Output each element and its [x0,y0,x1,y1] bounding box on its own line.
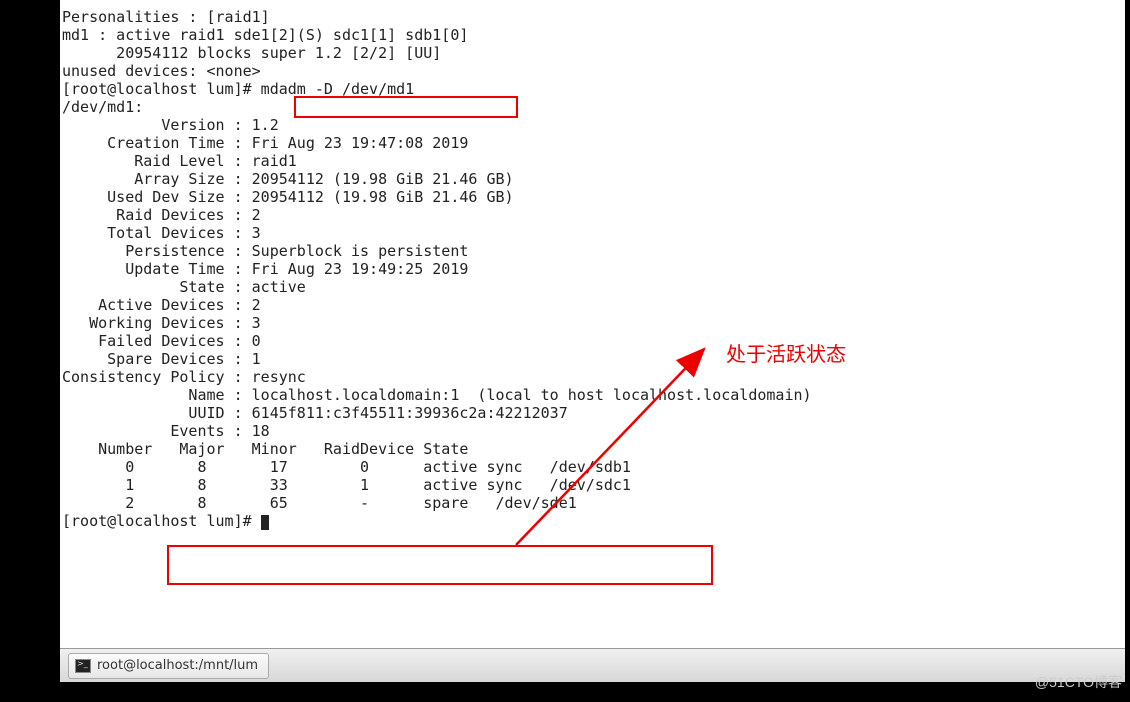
terminal-line: Personalities : [raid1] [62,8,1125,26]
terminal-line: Persistence : Superblock is persistent [62,242,1125,260]
terminal-line: Number Major Minor RaidDevice State [62,440,1125,458]
terminal-line: State : active [62,278,1125,296]
terminal-line: UUID : 6145f811:c3f45511:39936c2a:422120… [62,404,1125,422]
terminal-line: unused devices: <none> [62,62,1125,80]
terminal-line: 20954112 blocks super 1.2 [2/2] [UU] [62,44,1125,62]
terminal-line: [root@localhost lum]# mdadm -D /dev/md1 [62,80,1125,98]
terminal-line: Consistency Policy : resync [62,368,1125,386]
taskbar-item-label: root@localhost:/mnt/lum [97,658,258,673]
terminal-icon [75,659,91,673]
terminal-line: [root@localhost lum]# [62,512,1125,530]
terminal-line: 0 8 17 0 active sync /dev/sdb1 [62,458,1125,476]
terminal-line: Working Devices : 3 [62,314,1125,332]
terminal-line: Array Size : 20954112 (19.98 GiB 21.46 G… [62,170,1125,188]
terminal-line: Used Dev Size : 20954112 (19.98 GiB 21.4… [62,188,1125,206]
terminal-line: Name : localhost.localdomain:1 (local to… [62,386,1125,404]
terminal-line: Raid Devices : 2 [62,206,1125,224]
taskbar: root@localhost:/mnt/lum [60,648,1125,682]
terminal-line: Raid Level : raid1 [62,152,1125,170]
terminal-line: Spare Devices : 1 [62,350,1125,368]
cursor [261,515,269,530]
terminal-line: Active Devices : 2 [62,296,1125,314]
annotation-text: 处于活跃状态 [726,338,846,367]
watermark: @51CTO博客 [1035,672,1122,692]
terminal-line: Failed Devices : 0 [62,332,1125,350]
terminal-line: /dev/md1: [62,98,1125,116]
terminal-line: Version : 1.2 [62,116,1125,134]
taskbar-item-terminal[interactable]: root@localhost:/mnt/lum [68,653,269,679]
terminal-line: md1 : active raid1 sde1[2](S) sdc1[1] sd… [62,26,1125,44]
terminal-line: Total Devices : 3 [62,224,1125,242]
terminal-line: 1 8 33 1 active sync /dev/sdc1 [62,476,1125,494]
terminal-line: Update Time : Fri Aug 23 19:49:25 2019 [62,260,1125,278]
terminal-line: 2 8 65 - spare /dev/sde1 [62,494,1125,512]
terminal-line: Creation Time : Fri Aug 23 19:47:08 2019 [62,134,1125,152]
terminal-line: Events : 18 [62,422,1125,440]
terminal-output[interactable]: Personalities : [raid1]md1 : active raid… [60,0,1125,648]
